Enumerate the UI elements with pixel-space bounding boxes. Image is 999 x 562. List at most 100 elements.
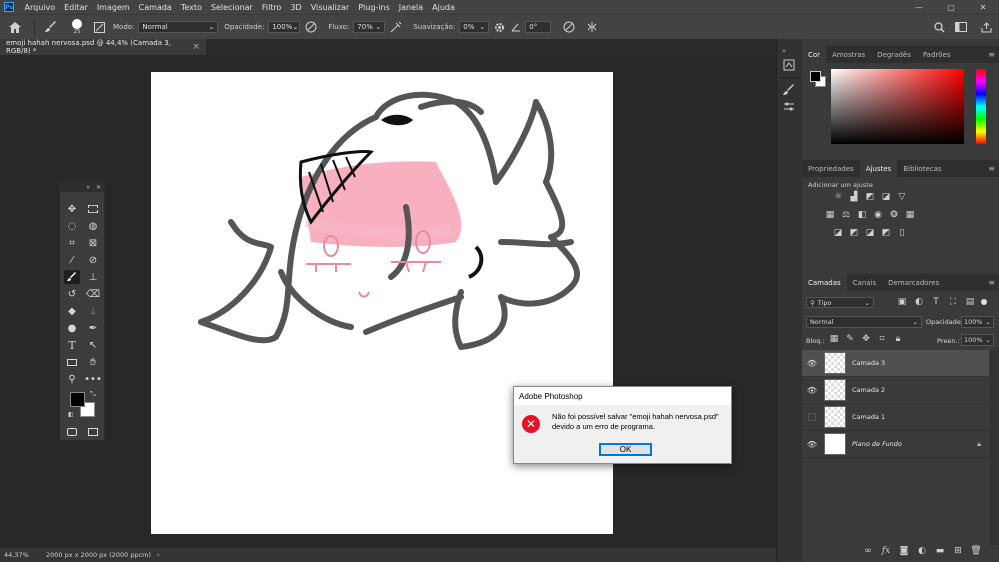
lasso-tool[interactable]: ◌	[64, 219, 80, 233]
mask-icon[interactable]: ◙	[898, 546, 910, 556]
maximize-button[interactable]: ▢	[935, 0, 967, 14]
layer-row-plano-de-fundo[interactable]: 👁︎ Plano de Fundo 🔒︎	[802, 431, 989, 458]
color-balance-icon[interactable]: ⚖	[840, 210, 852, 220]
lock-transparency-icon[interactable]: ▦	[828, 334, 840, 344]
tab-canais[interactable]: Canais	[847, 274, 883, 291]
eye-icon[interactable]: 👁︎	[802, 440, 822, 449]
menu-ajuda[interactable]: Ajuda	[428, 3, 460, 12]
lock-all-icon[interactable]: 🔒︎	[892, 334, 904, 344]
share-icon[interactable]	[973, 21, 999, 33]
color-field[interactable]	[831, 69, 964, 144]
collapse-icon[interactable]: »	[782, 47, 796, 56]
gear-icon[interactable]	[489, 22, 509, 33]
panel-menu-icon[interactable]: ≡	[988, 164, 995, 173]
photo-filter-icon[interactable]: ◉	[872, 210, 884, 220]
brush-settings-icon[interactable]	[91, 21, 107, 33]
eye-icon[interactable]: 👁︎	[802, 359, 822, 368]
quick-selection-tool[interactable]: ◍	[85, 219, 101, 233]
hue-slider[interactable]	[976, 69, 986, 144]
symmetry-icon[interactable]	[581, 21, 603, 33]
eye-hidden-icon[interactable]	[802, 413, 822, 421]
close-window-button[interactable]: ✕	[967, 0, 999, 14]
fill-input[interactable]: 100% ⌄	[961, 334, 994, 346]
default-colors-icon[interactable]: ◧	[68, 411, 74, 418]
eraser-tool[interactable]: ⌫	[85, 287, 101, 301]
panel-menu-icon[interactable]: ≡	[988, 278, 995, 287]
hue-saturation-icon[interactable]: ▦	[824, 210, 836, 220]
flow-input[interactable]: 70% ⌄	[353, 21, 386, 33]
menu-camada[interactable]: Camada	[134, 3, 176, 12]
new-layer-icon[interactable]: ⊞	[952, 546, 964, 556]
clone-stamp-tool[interactable]: ⊥	[85, 270, 101, 284]
image-filter-icon[interactable]: ▣	[896, 297, 908, 307]
lock-artboard-icon[interactable]: ⌗	[876, 334, 888, 344]
brush-settings-panel-icon[interactable]	[781, 99, 797, 115]
brush-tool[interactable]	[64, 270, 80, 284]
channel-mixer-icon[interactable]: ❂	[888, 210, 900, 220]
more-tools-icon[interactable]: •••	[84, 372, 102, 386]
menu-janela[interactable]: Janela	[394, 3, 427, 12]
menu-visualizar[interactable]: Visualizar	[306, 3, 354, 12]
document-tab[interactable]: emoji hahah nervosa.psd @ 44,4% (Camada …	[0, 39, 206, 55]
blur-tool[interactable]: 💧︎	[85, 304, 101, 318]
tools-panel-header[interactable]: « ✕	[60, 182, 104, 192]
type-filter-icon[interactable]: T	[930, 297, 942, 307]
eye-icon[interactable]: 👁︎	[802, 386, 822, 395]
fx-icon[interactable]: fx	[880, 546, 892, 556]
black-white-icon[interactable]: ◧	[856, 210, 868, 220]
tab-padroes[interactable]: Padrões	[917, 46, 957, 63]
dodge-tool[interactable]: ●	[64, 321, 80, 335]
layer-opacity-input[interactable]: 100% ⌄	[961, 316, 994, 328]
opacity-input[interactable]: 100% ⌄	[268, 21, 301, 33]
move-tool[interactable]: ✥	[64, 202, 80, 216]
ok-button[interactable]: OK	[599, 443, 652, 456]
tab-degrades[interactable]: Degradês	[871, 46, 917, 63]
frame-tool[interactable]: ⊠	[85, 236, 101, 250]
tab-propriedades[interactable]: Propriedades	[802, 160, 860, 177]
smart-object-filter-icon[interactable]: ▤	[964, 297, 976, 307]
mode-select[interactable]: Normal ⌄	[138, 21, 219, 33]
menu-3d[interactable]: 3D	[286, 3, 306, 12]
brightness-icon[interactable]: ☼	[832, 192, 844, 202]
eyedropper-tool[interactable]: ⁄	[64, 253, 80, 267]
menu-texto[interactable]: Texto	[176, 3, 206, 12]
layer-row-camada-2[interactable]: 👁︎ Camada 2	[802, 377, 989, 404]
tab-demarcadores[interactable]: Demarcadores	[882, 274, 945, 291]
zoom-level[interactable]: 44,37%	[4, 551, 42, 559]
document-canvas[interactable]	[151, 72, 613, 534]
home-icon[interactable]	[0, 21, 30, 33]
layer-row-camada-1[interactable]: Camada 1	[802, 404, 989, 431]
curves-icon[interactable]: ◩	[864, 192, 876, 202]
brush-tool-preset-icon[interactable]	[39, 21, 63, 33]
color-panel-foreground-swatch[interactable]	[810, 71, 821, 82]
search-icon[interactable]	[929, 21, 949, 33]
angle-input[interactable]: 0°	[525, 21, 552, 33]
swap-colors-icon[interactable]: ⤡	[90, 390, 96, 399]
filter-toggle[interactable]	[981, 299, 987, 305]
group-icon[interactable]: ▬	[934, 546, 946, 556]
status-arrow-icon[interactable]: ›	[157, 551, 160, 559]
selective-color-icon[interactable]: ◩	[880, 228, 892, 238]
close-icon[interactable]: ✕	[96, 184, 101, 191]
link-icon[interactable]: ∞	[862, 546, 874, 556]
posterize-icon[interactable]: ◩	[848, 228, 860, 238]
airbrush-icon[interactable]	[385, 21, 407, 33]
menu-filtro[interactable]: Filtro	[257, 3, 286, 12]
layer-row-camada-3[interactable]: 👁︎ Camada 3	[802, 350, 989, 377]
menu-imagem[interactable]: Imagem	[92, 3, 134, 12]
color-lookup-icon[interactable]: ▦	[904, 210, 916, 220]
healing-brush-tool[interactable]: ⊘	[85, 253, 101, 267]
invert-icon[interactable]: ◪	[832, 228, 844, 238]
layer-filter-select[interactable]: ⚲ Tipo ⌄	[806, 297, 874, 308]
marquee-tool[interactable]	[85, 202, 101, 216]
layers-scrollbar[interactable]	[990, 350, 999, 545]
adjustment-filter-icon[interactable]: ◐	[913, 297, 925, 307]
lock-pixels-icon[interactable]: ✎	[844, 334, 856, 344]
levels-icon[interactable]: ▟	[848, 192, 860, 202]
lock-position-icon[interactable]: ✥	[860, 334, 872, 344]
pressure-size-icon[interactable]	[557, 21, 581, 33]
gradient-map-icon[interactable]: ▯	[896, 228, 908, 238]
brush-size-picker[interactable]: 25	[63, 19, 91, 35]
rectangle-tool[interactable]	[64, 355, 80, 369]
tab-bibliotecas[interactable]: Bibliotecas	[897, 160, 947, 177]
